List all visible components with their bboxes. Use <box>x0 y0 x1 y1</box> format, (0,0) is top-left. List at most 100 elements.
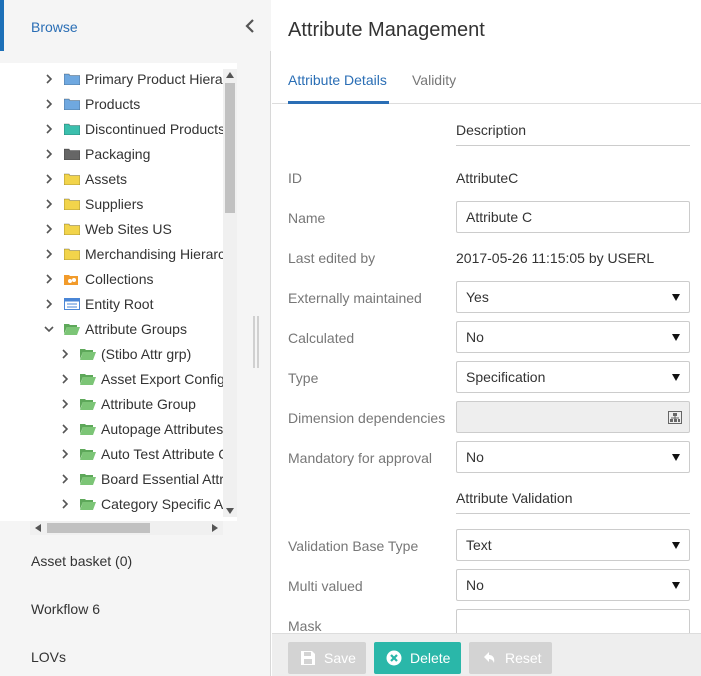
multi-valued-label: Multi valued <box>288 578 363 594</box>
scrollbar-thumb[interactable] <box>47 523 150 533</box>
chevron-right-icon[interactable] <box>59 348 71 360</box>
tree-node[interactable]: Discontinued Products <box>43 118 225 140</box>
tree-node[interactable]: (Stibo Attr grp) <box>59 343 191 365</box>
mask-label: Mask <box>288 618 322 634</box>
tree-node-label: (Stibo Attr grp) <box>101 346 192 362</box>
chevron-right-icon[interactable] <box>59 373 71 385</box>
folder-open-green-icon <box>80 499 96 510</box>
calculated-label: Calculated <box>288 330 355 346</box>
scrollbar-thumb[interactable] <box>225 83 235 213</box>
tree-node-label: Attribute Groups <box>85 321 187 337</box>
tree-node-label: Discontinued Products <box>85 121 226 137</box>
tree-node[interactable]: Autopage Attributes <box>59 418 223 440</box>
dropdown-arrow-icon <box>672 542 680 549</box>
delete-circle-icon <box>386 650 402 666</box>
tree-node[interactable]: Merchandising Hierarc <box>43 243 225 265</box>
calculated-select[interactable]: No <box>456 321 690 353</box>
tree-node[interactable]: Entity Root <box>43 293 153 315</box>
multi-valued-select[interactable]: No <box>456 569 690 601</box>
tree-node[interactable]: Packaging <box>43 143 150 165</box>
active-indicator <box>0 0 4 51</box>
browse-header[interactable]: Browse <box>0 0 271 51</box>
resize-handle[interactable] <box>253 316 259 368</box>
section-validation-heading: Attribute Validation <box>456 490 573 506</box>
tree-node[interactable]: Auto Test Attribute G <box>59 443 229 465</box>
chevron-right-icon[interactable] <box>59 473 71 485</box>
folder-open-green-icon <box>64 324 80 335</box>
divider <box>456 513 690 514</box>
browse-title[interactable]: Browse <box>31 19 78 35</box>
name-field[interactable]: Attribute C <box>456 201 690 233</box>
tree-view: Primary Product Hiera Products Discontinue… <box>0 63 237 521</box>
chevron-right-icon[interactable] <box>43 148 55 160</box>
validation-base-type-select[interactable]: Text <box>456 529 690 561</box>
tree-node[interactable]: Attribute Group <box>59 393 196 415</box>
chevron-down-icon[interactable] <box>43 323 55 335</box>
tab-validity[interactable]: Validity <box>412 72 456 88</box>
tree-node-label: Web Sites US <box>85 221 172 237</box>
chevron-right-icon[interactable] <box>59 448 71 460</box>
save-button[interactable]: Save <box>288 642 366 674</box>
tree-node-label: Attribute Group <box>101 396 196 412</box>
type-select[interactable]: Specification <box>456 361 690 393</box>
tree-node[interactable]: Products <box>43 93 140 115</box>
chevron-right-icon[interactable] <box>59 398 71 410</box>
scroll-left-icon[interactable] <box>35 524 41 532</box>
entity-icon <box>64 298 80 310</box>
chevron-right-icon[interactable] <box>43 273 55 285</box>
chevron-right-icon[interactable] <box>43 73 55 85</box>
tree-node[interactable]: Collections <box>43 268 153 290</box>
type-label: Type <box>288 370 319 386</box>
folder-blue-icon <box>64 98 80 110</box>
folder-yellow-icon <box>64 248 80 260</box>
folder-open-green-icon <box>80 424 96 435</box>
tab-attribute-details[interactable]: Attribute Details <box>288 72 387 88</box>
scroll-down-icon[interactable] <box>226 508 234 514</box>
section-description-heading: Description <box>456 122 527 138</box>
divider <box>456 145 690 146</box>
tree-node[interactable]: Asset Export Config <box>59 368 225 390</box>
tree-node[interactable]: Web Sites US <box>43 218 172 240</box>
chevron-right-icon[interactable] <box>43 298 55 310</box>
tree-node[interactable]: Category Specific A <box>59 493 223 515</box>
delete-button[interactable]: Delete <box>374 642 461 674</box>
scroll-up-icon[interactable] <box>226 72 234 78</box>
tree-horizontal-scrollbar[interactable] <box>30 521 223 535</box>
dimension-dependencies-label: Dimension dependencies <box>288 410 446 426</box>
nav-lovs[interactable]: LOVs <box>31 649 66 665</box>
tree-node-label: Collections <box>85 271 154 287</box>
mandatory-value: No <box>466 449 484 465</box>
folder-blue-icon <box>64 73 80 85</box>
floppy-disk-icon <box>301 651 315 665</box>
nav-asset-basket[interactable]: Asset basket (0) <box>31 553 132 569</box>
chevron-right-icon[interactable] <box>43 198 55 210</box>
chevron-left-icon[interactable] <box>243 16 257 36</box>
tree-node[interactable]: Primary Product Hiera <box>43 68 223 90</box>
chevron-right-icon[interactable] <box>43 173 55 185</box>
tree-node-label: Primary Product Hiera <box>85 71 223 87</box>
tree-node[interactable]: Suppliers <box>43 193 143 215</box>
folder-open-green-icon <box>80 374 96 385</box>
tree-node-label: Assets <box>85 171 128 187</box>
chevron-right-icon[interactable] <box>59 423 71 435</box>
chevron-right-icon[interactable] <box>43 223 55 235</box>
mandatory-label: Mandatory for approval <box>288 450 432 466</box>
tree-node[interactable]: Board Essential Attri <box>59 468 227 490</box>
last-edited-value: 2017-05-26 11:15:05 by USERL <box>456 250 655 266</box>
reset-button[interactable]: Reset <box>469 642 552 674</box>
chevron-right-icon[interactable] <box>43 248 55 260</box>
hierarchy-picker-icon[interactable] <box>668 411 682 424</box>
tree-node[interactable]: Assets <box>43 168 127 190</box>
chevron-right-icon[interactable] <box>43 98 55 110</box>
tree-node[interactable]: Attribute Groups <box>43 318 187 340</box>
dropdown-arrow-icon <box>672 334 680 341</box>
mandatory-select[interactable]: No <box>456 441 690 473</box>
externally-maintained-select[interactable]: Yes <box>456 281 690 313</box>
tree-node-label: Merchandising Hierarc <box>85 246 226 262</box>
chevron-right-icon[interactable] <box>59 498 71 510</box>
nav-workflow[interactable]: Workflow 6 <box>31 601 100 617</box>
scroll-right-icon[interactable] <box>212 524 218 532</box>
dimension-dependencies-field[interactable] <box>456 401 690 433</box>
chevron-right-icon[interactable] <box>43 123 55 135</box>
tree-vertical-scrollbar[interactable] <box>223 69 237 517</box>
